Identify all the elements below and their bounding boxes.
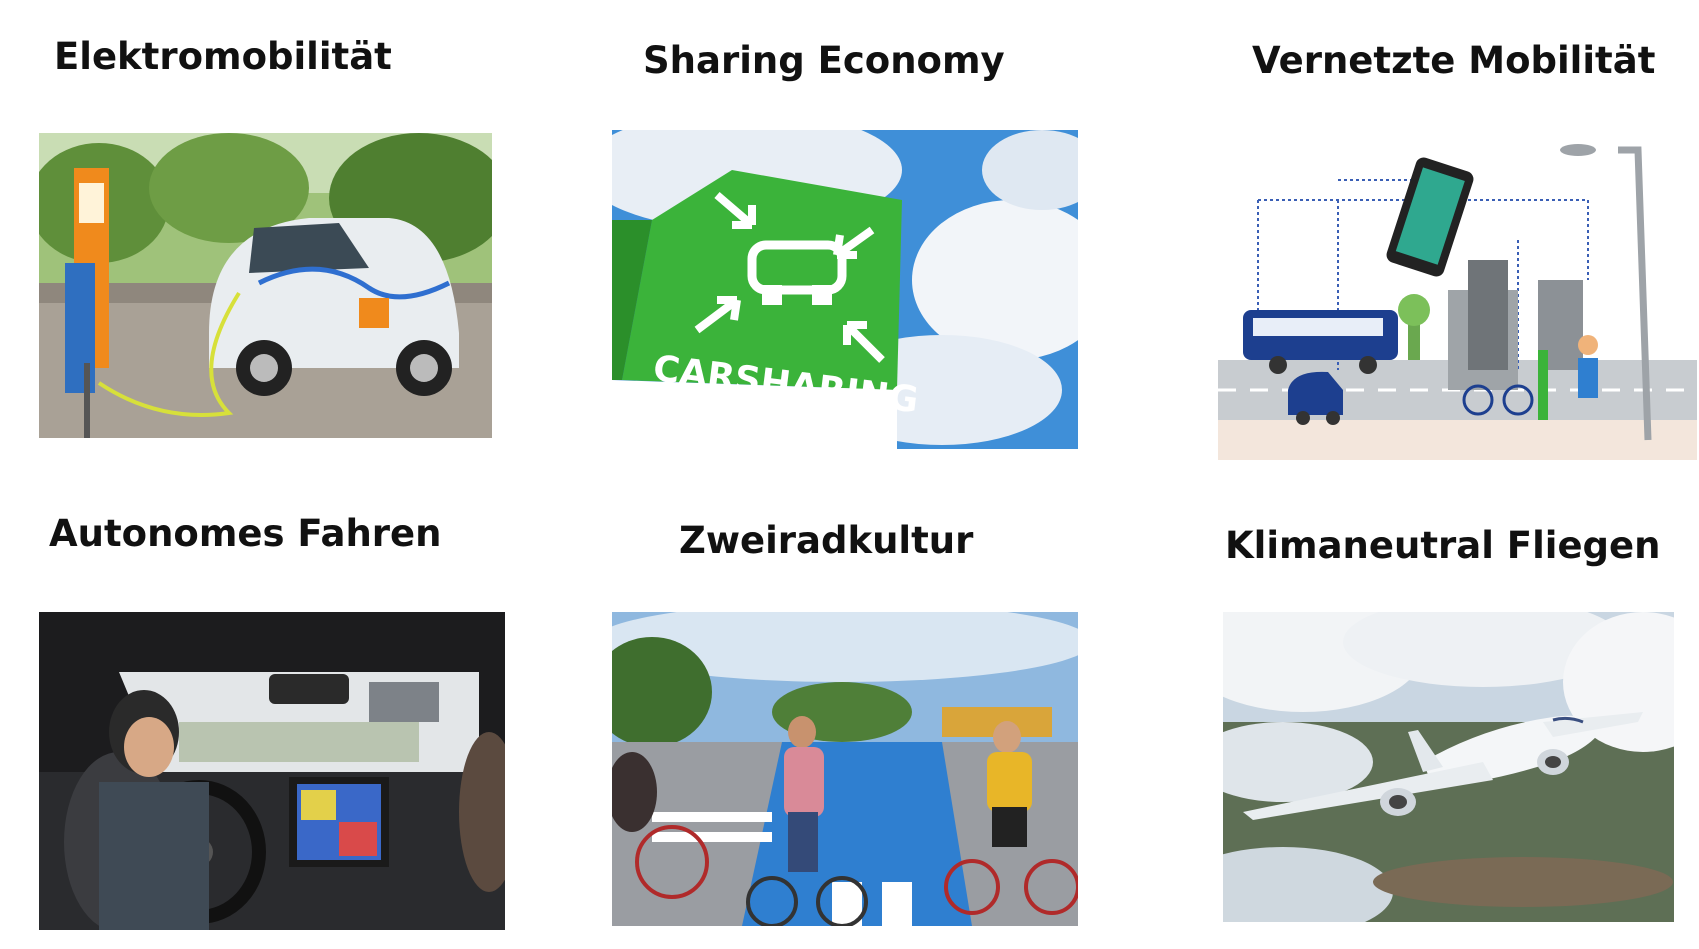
carsharing-sign-illustration: CARSHARING bbox=[612, 130, 1078, 449]
tile-title-vernetzte-mobilitaet: Vernetzte Mobilität bbox=[1252, 39, 1656, 82]
cyclists-street-photo bbox=[612, 612, 1078, 926]
cyclists-illustration bbox=[612, 612, 1078, 926]
airplane-illustration bbox=[1223, 612, 1674, 922]
connected-mobility-illustration bbox=[1218, 140, 1697, 460]
airplane-above-clouds-photo bbox=[1223, 612, 1674, 922]
tile-title-autonomes-fahren: Autonomes Fahren bbox=[49, 512, 442, 555]
car-interior-illustration bbox=[39, 612, 505, 930]
electric-car-charging-photo bbox=[39, 133, 492, 438]
tile-title-elektromobilitaet: Elektromobilität bbox=[54, 35, 392, 78]
tile-title-zweiradkultur: Zweiradkultur bbox=[679, 519, 974, 562]
connected-mobility-graphic bbox=[1218, 140, 1697, 460]
tile-title-klimaneutral-fliegen: Klimaneutral Fliegen bbox=[1225, 524, 1661, 567]
tile-title-sharing-economy: Sharing Economy bbox=[643, 39, 1005, 82]
carsharing-sign-photo: CARSHARING bbox=[612, 130, 1078, 449]
electric-car-illustration bbox=[39, 133, 492, 438]
autonomous-car-interior-photo bbox=[39, 612, 505, 930]
